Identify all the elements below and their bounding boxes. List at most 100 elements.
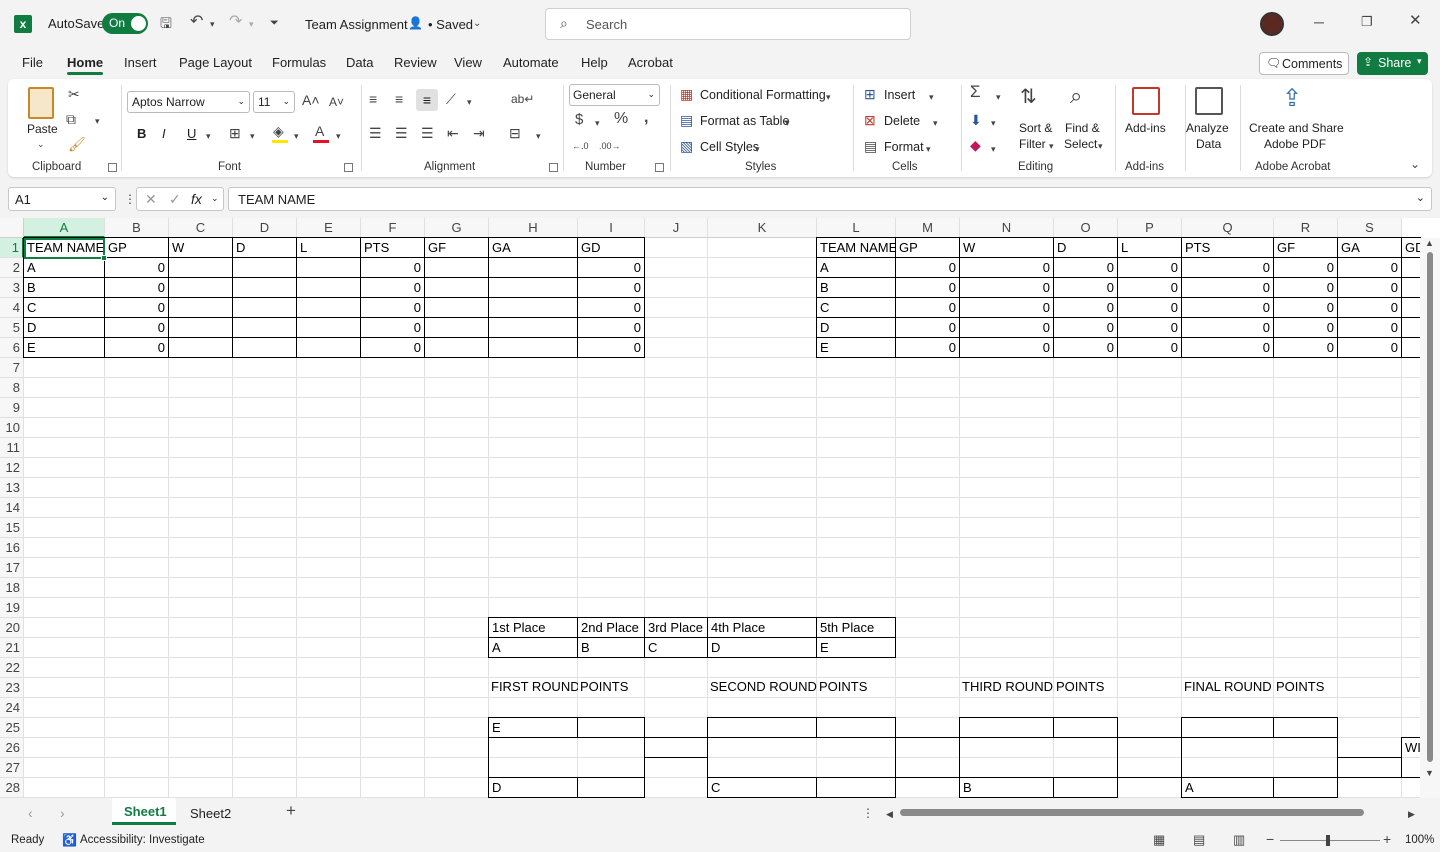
place-value[interactable]: B: [577, 637, 645, 658]
points-label[interactable]: POINTS: [1053, 677, 1118, 698]
table1-cell[interactable]: [296, 297, 361, 318]
row-header[interactable]: 26: [0, 738, 24, 758]
title-chevron-down-icon[interactable]: ⌄: [473, 17, 481, 31]
clear-icon[interactable]: ◆: [970, 138, 981, 152]
table2-cell[interactable]: 0: [895, 257, 960, 278]
table1-cell[interactable]: [168, 317, 233, 338]
table2-cell[interactable]: 0: [1273, 317, 1338, 338]
scroll-right-icon[interactable]: ▶: [1408, 807, 1415, 821]
page-break-view-icon[interactable]: ▥: [1233, 833, 1245, 847]
close-icon[interactable]: ✕: [1409, 13, 1422, 28]
table1-cell[interactable]: [424, 297, 489, 318]
fx-chevron-icon[interactable]: ⌄: [211, 193, 219, 204]
column-header[interactable]: B: [105, 218, 169, 238]
bracket-points[interactable]: [577, 777, 645, 798]
table1-cell[interactable]: [168, 297, 233, 318]
table1-header[interactable]: GP: [104, 237, 169, 258]
table1-cell[interactable]: [488, 277, 578, 298]
points-label[interactable]: POINTS: [1273, 677, 1338, 698]
table1-cell[interactable]: [296, 277, 361, 298]
borders-icon[interactable]: ⊞: [229, 126, 241, 140]
table2-cell[interactable]: 0: [1117, 277, 1182, 298]
font-launcher-icon[interactable]: [344, 163, 353, 172]
menu-view[interactable]: View: [454, 55, 482, 70]
row-header[interactable]: 14: [0, 498, 24, 518]
column-header[interactable]: A: [24, 218, 105, 238]
normal-view-icon[interactable]: ▦: [1153, 833, 1165, 847]
place-value[interactable]: C: [644, 637, 708, 658]
column-header[interactable]: J: [645, 218, 708, 238]
tab-sheet1[interactable]: Sheet1: [112, 798, 176, 825]
expand-formula-icon[interactable]: ⌄: [1416, 191, 1425, 204]
row-header[interactable]: 20: [0, 618, 24, 638]
zoom-out-icon[interactable]: −: [1266, 832, 1274, 846]
table2-cell[interactable]: 0: [895, 297, 960, 318]
row-header[interactable]: 25: [0, 718, 24, 738]
bold-button[interactable]: B: [137, 126, 146, 141]
fill-chevron-icon[interactable]: ▾: [991, 116, 996, 130]
align-center-icon[interactable]: ☰: [395, 126, 408, 140]
insert-cells-icon[interactable]: ⊞: [864, 87, 876, 101]
fill-handle[interactable]: [101, 255, 107, 261]
table2-header[interactable]: L: [1117, 237, 1182, 258]
currency-chevron-icon[interactable]: ▾: [595, 116, 600, 130]
find-select-button-line2[interactable]: Select: [1064, 137, 1097, 151]
insert-chevron-icon[interactable]: ▾: [929, 90, 934, 104]
undo-icon[interactable]: ↶: [190, 14, 203, 30]
table2-cell[interactable]: 0: [895, 317, 960, 338]
table1-cell[interactable]: 0: [577, 337, 645, 358]
find-select-icon[interactable]: ⌕: [1070, 85, 1082, 107]
menu-home[interactable]: Home: [67, 55, 103, 70]
column-header[interactable]: R: [1274, 218, 1338, 238]
table2-cell[interactable]: 0: [1337, 277, 1402, 298]
table1-cell[interactable]: [424, 257, 489, 278]
column-header[interactable]: D: [233, 218, 297, 238]
sheet-options-icon[interactable]: ⋮: [862, 806, 874, 820]
format-chevron-icon[interactable]: ▾: [926, 142, 931, 156]
align-middle-icon[interactable]: ≡: [395, 92, 403, 106]
row-header[interactable]: 17: [0, 558, 24, 578]
row-header[interactable]: 1: [0, 238, 24, 258]
autosum-icon[interactable]: Σ: [970, 83, 981, 100]
row-header[interactable]: 28: [0, 778, 24, 798]
sort-filter-button-line1[interactable]: Sort &: [1019, 121, 1052, 135]
delete-cells-icon[interactable]: ⊠: [864, 113, 876, 127]
horizontal-scroll-thumb[interactable]: [900, 809, 1364, 816]
row-header[interactable]: 9: [0, 398, 24, 418]
insert-function-icon[interactable]: fx: [191, 191, 202, 207]
increase-font-icon[interactable]: A˄: [302, 93, 320, 107]
page-layout-view-icon[interactable]: ▤: [1193, 833, 1205, 847]
align-bottom-icon[interactable]: ≡: [416, 89, 438, 111]
bracket-team[interactable]: D: [488, 777, 578, 798]
clipboard-launcher-icon[interactable]: [108, 163, 117, 172]
bracket-points[interactable]: [816, 777, 896, 798]
menu-acrobat[interactable]: Acrobat: [628, 55, 673, 70]
column-header[interactable]: O: [1054, 218, 1118, 238]
table2-cell[interactable]: 0: [1181, 257, 1274, 278]
number-launcher-icon[interactable]: [655, 163, 664, 172]
decrease-font-icon[interactable]: A˅: [329, 95, 344, 109]
table1-header[interactable]: GF: [424, 237, 489, 258]
scroll-down-icon[interactable]: ▼: [1425, 766, 1434, 780]
insert-cells-button[interactable]: Insert: [884, 88, 915, 102]
table1-cell[interactable]: 0: [104, 277, 169, 298]
align-top-icon[interactable]: ≡: [369, 92, 377, 106]
search-box[interactable]: ⌕ Search: [545, 8, 911, 40]
cell-styles-chevron-icon[interactable]: ▾: [755, 142, 760, 156]
copy-icon[interactable]: ⧉: [66, 112, 76, 126]
select-all-corner[interactable]: [0, 218, 24, 238]
sort-filter-chevron-icon[interactable]: ▾: [1049, 139, 1054, 153]
cell-styles-button[interactable]: Cell Styles: [700, 140, 759, 154]
sort-filter-icon[interactable]: ⇅: [1020, 87, 1037, 107]
winner-cell[interactable]: WI: [1401, 737, 1421, 778]
conditional-formatting-button[interactable]: Conditional Formatting: [700, 88, 826, 102]
row-header[interactable]: 13: [0, 478, 24, 498]
table1-header[interactable]: D: [232, 237, 297, 258]
table2-cell[interactable]: 0: [1337, 337, 1402, 358]
row-header[interactable]: 11: [0, 438, 24, 458]
table1-cell[interactable]: 0: [577, 257, 645, 278]
font-family-select[interactable]: Aptos Narrow ⌄: [127, 91, 250, 113]
clear-chevron-icon[interactable]: ▾: [991, 142, 996, 156]
third-round-label[interactable]: THIRD ROUND: [959, 677, 1054, 698]
table1-cell[interactable]: [232, 257, 297, 278]
